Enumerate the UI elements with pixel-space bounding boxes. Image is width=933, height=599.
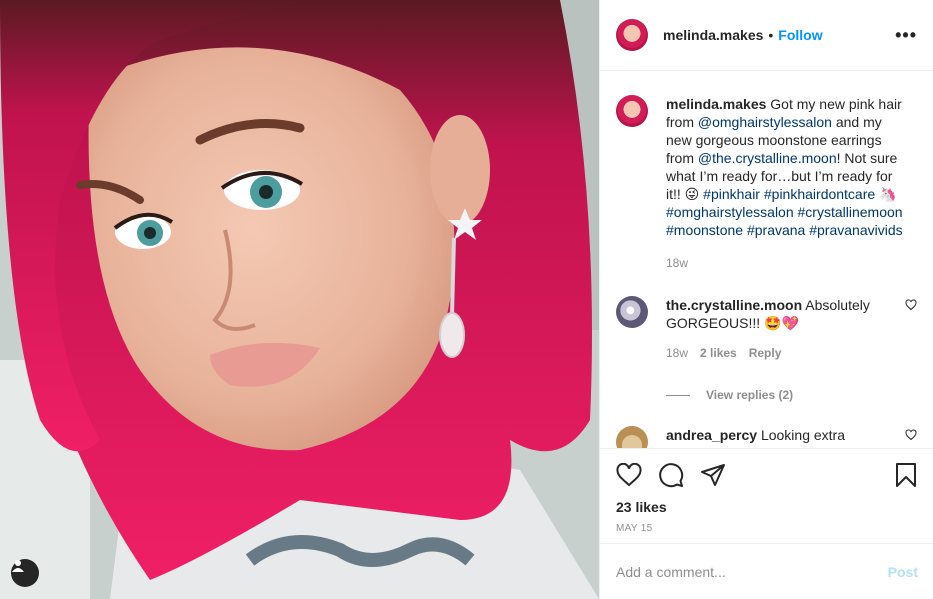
comment-text: Looking extra: [760, 427, 846, 443]
selfie-illustration: [0, 0, 599, 599]
mention-link[interactable]: @omghairstylessalon: [698, 114, 832, 130]
commenter-username[interactable]: the.crystalline.moon: [666, 297, 802, 313]
caption-username[interactable]: melinda.makes: [666, 96, 766, 112]
post-comment-button[interactable]: Post: [888, 564, 918, 580]
mention-link[interactable]: @the.crystalline.moon: [698, 150, 837, 166]
separator-dot: •: [768, 27, 774, 43]
more-options-icon[interactable]: •••: [895, 25, 917, 46]
post-date: MAY 15: [616, 523, 653, 534]
author-username[interactable]: melinda.makes: [663, 27, 763, 43]
hashtag-link[interactable]: #moonstone: [666, 222, 743, 238]
post-photo[interactable]: [0, 0, 599, 599]
comment-heart-icon[interactable]: [905, 428, 917, 448]
hashtag-link[interactable]: #crystallinemoon: [798, 204, 903, 220]
comment-icon[interactable]: [658, 462, 684, 488]
caption: melinda.makes Got my new pink hair from …: [616, 95, 917, 272]
hashtag-link[interactable]: #pravana: [747, 222, 805, 238]
post-side-panel: melinda.makes • Follow ••• melinda.makes…: [599, 0, 933, 599]
comment-body: the.crystalline.moon Absolutely GORGEOUS…: [666, 296, 881, 362]
hashtag-link[interactable]: #pinkhair: [703, 186, 760, 202]
comment-likes[interactable]: 2 likes: [700, 344, 737, 362]
commenter-avatar[interactable]: [616, 296, 648, 328]
replies-divider: [666, 394, 690, 396]
comment-time: 18w: [666, 346, 689, 360]
likes-count[interactable]: 23 likes: [616, 499, 917, 515]
comment-item: andrea_percy Looking extra: [616, 426, 917, 448]
view-replies-button[interactable]: View replies (2): [666, 388, 917, 402]
bookmark-icon[interactable]: [895, 462, 917, 488]
follow-button[interactable]: Follow: [778, 27, 822, 43]
hashtag-link[interactable]: #omghairstylessalon: [666, 204, 794, 220]
add-comment-bar: Post: [600, 543, 933, 599]
commenter-username[interactable]: andrea_percy: [666, 427, 757, 443]
reply-button[interactable]: Reply: [749, 344, 782, 362]
comment-meta: 18w 2 likes Reply: [666, 344, 881, 362]
post-modal: melinda.makes • Follow ••• melinda.makes…: [0, 0, 933, 599]
caption-body: melinda.makes Got my new pink hair from …: [666, 95, 906, 272]
comment-heart-icon[interactable]: [905, 298, 917, 362]
commenter-avatar[interactable]: [616, 426, 648, 448]
comment-item: the.crystalline.moon Absolutely GORGEOUS…: [616, 296, 917, 362]
post-header: melinda.makes • Follow •••: [600, 0, 933, 71]
share-icon[interactable]: [700, 463, 726, 487]
hashtag-link[interactable]: #pinkhairdontcare: [764, 186, 875, 202]
caption-time: 18w: [666, 256, 689, 270]
hashtag-link[interactable]: #pravanavivids: [809, 222, 902, 238]
comment-body: andrea_percy Looking extra: [666, 426, 881, 448]
caption-avatar[interactable]: [616, 95, 648, 127]
view-replies-label: View replies (2): [706, 388, 794, 402]
user-tag-icon[interactable]: [11, 559, 39, 587]
action-icons: [616, 449, 917, 497]
author-avatar[interactable]: [616, 19, 648, 51]
comment-input[interactable]: [616, 563, 888, 580]
caption-fragment: 🦄: [875, 186, 897, 202]
heart-icon[interactable]: [616, 463, 642, 487]
caption-text: Got my new pink hair from @omghairstyles…: [666, 96, 903, 238]
comments-list[interactable]: melinda.makes Got my new pink hair from …: [600, 71, 933, 448]
